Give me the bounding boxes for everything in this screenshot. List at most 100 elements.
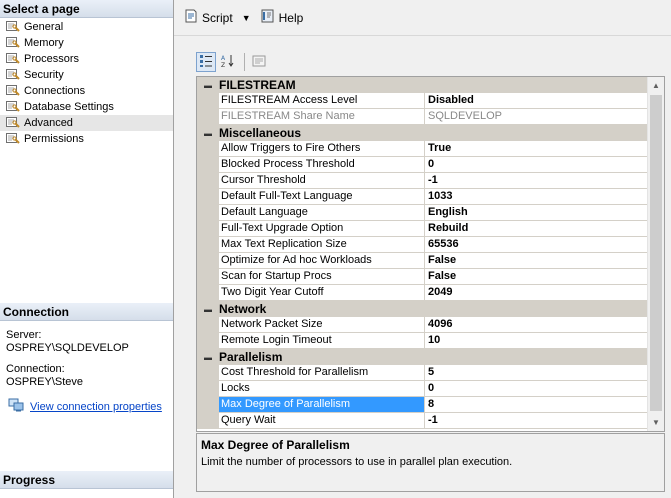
property-name[interactable]: Max Degree of Parallelism <box>219 397 425 413</box>
property-value[interactable]: False <box>425 269 647 285</box>
script-dropdown-arrow-icon[interactable]: ▼ <box>242 13 251 23</box>
page-item-general[interactable]: General <box>0 19 173 35</box>
page-wrench-icon <box>6 133 20 145</box>
property-name[interactable]: Remote Login Timeout <box>219 333 425 349</box>
row-gutter <box>197 189 219 205</box>
property-name[interactable]: Cursor Threshold <box>219 173 425 189</box>
row-gutter <box>197 285 219 301</box>
category-miscellaneous[interactable]: ▬ Miscellaneous <box>197 125 647 141</box>
property-value[interactable]: 0 <box>425 157 647 173</box>
property-row[interactable]: Cursor Threshold -1 <box>197 173 647 189</box>
property-row[interactable]: Scan for Startup Procs False <box>197 269 647 285</box>
property-value[interactable]: 1033 <box>425 189 647 205</box>
page-item-label: General <box>24 21 64 33</box>
property-name[interactable]: Scan for Startup Procs <box>219 269 425 285</box>
category-network[interactable]: ▬ Network <box>197 301 647 317</box>
property-row[interactable]: FILESTREAM Access Level Disabled <box>197 93 647 109</box>
page-item-label: Permissions <box>24 133 84 145</box>
property-pages-icon <box>252 54 266 71</box>
page-item-permissions[interactable]: Permissions <box>0 131 173 147</box>
property-name[interactable]: Blocked Process Threshold <box>219 157 425 173</box>
property-value[interactable]: 4096 <box>425 317 647 333</box>
property-value[interactable]: -1 <box>425 413 647 429</box>
script-button[interactable]: Script <box>180 7 236 29</box>
page-item-processors[interactable]: Processors <box>0 51 173 67</box>
property-name[interactable]: Network Packet Size <box>219 317 425 333</box>
property-value[interactable]: 2049 <box>425 285 647 301</box>
property-pages-button[interactable] <box>249 52 269 72</box>
help-button-label: Help <box>278 10 304 25</box>
page-item-memory[interactable]: Memory <box>0 35 173 51</box>
property-row[interactable]: Remote Login Timeout 10 <box>197 333 647 349</box>
property-name[interactable]: Default Language <box>219 205 425 221</box>
connection-section: Connection Server: OSPREY\SQLDEVELOP Con… <box>0 303 173 424</box>
property-row[interactable]: Blocked Process Threshold 0 <box>197 157 647 173</box>
property-value[interactable]: 8 <box>425 397 647 413</box>
property-name[interactable]: FILESTREAM Share Name <box>219 109 425 125</box>
property-row[interactable]: Cost Threshold for Parallelism 5 <box>197 365 647 381</box>
property-row[interactable]: Max Degree of Parallelism 8 <box>197 397 647 413</box>
property-value[interactable]: False <box>425 253 647 269</box>
view-connection-properties-link[interactable]: View connection properties <box>30 401 162 414</box>
property-value[interactable]: 0 <box>425 381 647 397</box>
property-value[interactable]: -1 <box>425 173 647 189</box>
category-label: Network <box>219 302 267 316</box>
page-item-database-settings[interactable]: Database Settings <box>0 99 173 115</box>
property-name[interactable]: Max Text Replication Size <box>219 237 425 253</box>
alphabetical-view-button[interactable]: A Z <box>218 52 238 72</box>
page-item-label: Memory <box>24 37 64 49</box>
property-name[interactable]: Optimize for Ad hoc Workloads <box>219 253 425 269</box>
row-gutter <box>197 109 219 125</box>
collapse-icon[interactable]: ▬ <box>197 305 219 314</box>
description-panel: Max Degree of Parallelism Limit the numb… <box>196 433 665 492</box>
property-grid-scrollbar[interactable]: ▲ ▼ <box>647 77 664 431</box>
page-wrench-icon <box>6 21 20 33</box>
property-name[interactable]: Query Wait <box>219 413 425 429</box>
collapse-icon[interactable]: ▬ <box>197 353 219 362</box>
row-gutter <box>197 317 219 333</box>
page-item-security[interactable]: Security <box>0 67 173 83</box>
page-wrench-icon <box>6 53 20 65</box>
property-row[interactable]: Default Language English <box>197 205 647 221</box>
property-row[interactable]: Default Full-Text Language 1033 <box>197 189 647 205</box>
categorized-view-button[interactable] <box>196 52 216 72</box>
property-name[interactable]: Cost Threshold for Parallelism <box>219 365 425 381</box>
property-value[interactable]: Rebuild <box>425 221 647 237</box>
property-row[interactable]: Query Wait -1 <box>197 413 647 429</box>
property-row[interactable]: Locks 0 <box>197 381 647 397</box>
property-row[interactable]: Full-Text Upgrade Option Rebuild <box>197 221 647 237</box>
property-row[interactable]: Max Text Replication Size 65536 <box>197 237 647 253</box>
property-row[interactable]: Allow Triggers to Fire Others True <box>197 141 647 157</box>
progress-section: Progress <box>0 471 173 489</box>
collapse-icon[interactable]: ▬ <box>197 129 219 138</box>
category-parallelism[interactable]: ▬ Parallelism <box>197 349 647 365</box>
property-row[interactable]: Two Digit Year Cutoff 2049 <box>197 285 647 301</box>
property-value[interactable]: 5 <box>425 365 647 381</box>
category-filestream[interactable]: ▬ FILESTREAM <box>197 77 647 93</box>
property-name[interactable]: Default Full-Text Language <box>219 189 425 205</box>
property-row[interactable]: Optimize for Ad hoc Workloads False <box>197 253 647 269</box>
category-label: Parallelism <box>219 350 283 364</box>
property-name[interactable]: Full-Text Upgrade Option <box>219 221 425 237</box>
property-name[interactable]: Locks <box>219 381 425 397</box>
page-item-connections[interactable]: Connections <box>0 83 173 99</box>
property-row[interactable]: Network Packet Size 4096 <box>197 317 647 333</box>
property-value[interactable]: English <box>425 205 647 221</box>
property-name[interactable]: Two Digit Year Cutoff <box>219 285 425 301</box>
row-gutter <box>197 397 219 413</box>
property-name[interactable]: FILESTREAM Access Level <box>219 93 425 109</box>
property-value[interactable]: True <box>425 141 647 157</box>
scrollbar-thumb[interactable] <box>650 95 662 411</box>
right-pane: Script ▼ Help A Z ▬ FILESTREAM FILESTREA… <box>174 0 671 498</box>
scroll-up-icon[interactable]: ▲ <box>648 77 664 94</box>
property-row[interactable]: FILESTREAM Share Name SQLDEVELOP <box>197 109 647 125</box>
property-value[interactable]: 65536 <box>425 237 647 253</box>
property-name[interactable]: Allow Triggers to Fire Others <box>219 141 425 157</box>
help-button[interactable]: Help <box>257 7 307 29</box>
property-value[interactable]: Disabled <box>425 93 647 109</box>
property-value[interactable]: 10 <box>425 333 647 349</box>
page-item-label: Database Settings <box>24 101 114 113</box>
collapse-icon[interactable]: ▬ <box>197 81 219 90</box>
scroll-down-icon[interactable]: ▼ <box>648 414 664 431</box>
page-item-advanced[interactable]: Advanced <box>0 115 173 131</box>
